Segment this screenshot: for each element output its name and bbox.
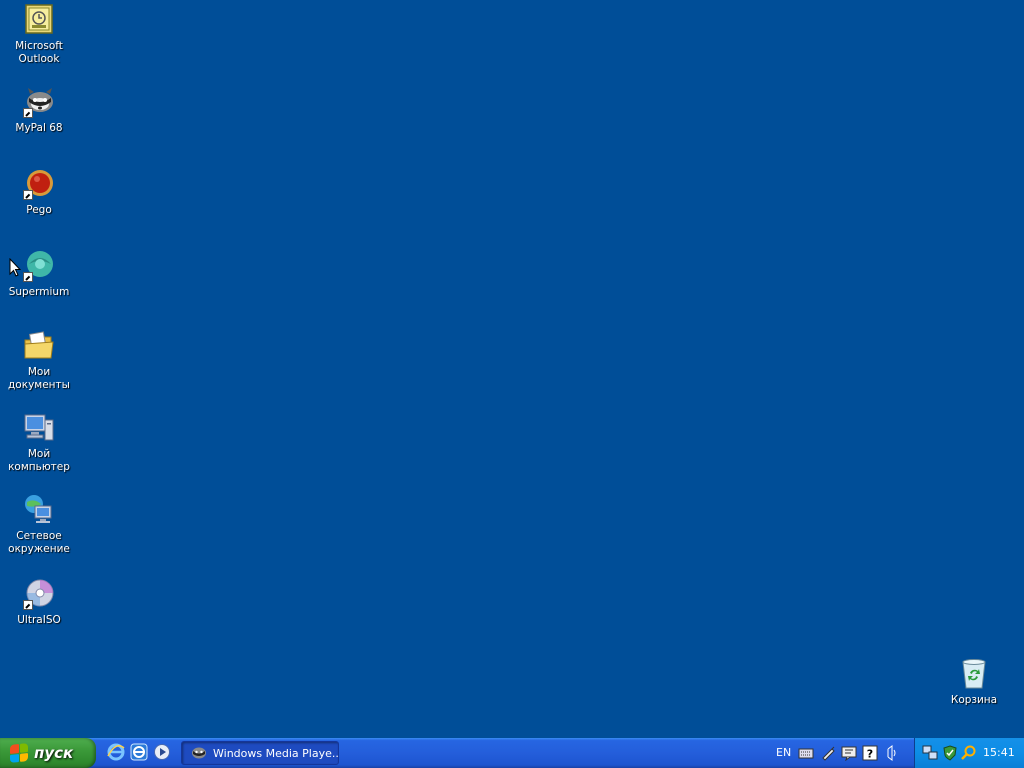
volume-icon[interactable] [884, 745, 900, 761]
desktop-icon-label: Мой компьютер [8, 448, 70, 473]
start-button[interactable]: пуск [0, 738, 96, 768]
recycle-bin-icon [958, 658, 990, 690]
mypal-icon [23, 86, 55, 118]
clock[interactable]: 15:41 [983, 746, 1015, 759]
network-icon[interactable] [922, 745, 938, 761]
media-player-icon[interactable] [153, 743, 171, 761]
internet-explorer-icon[interactable] [107, 743, 125, 761]
desktop-icon-outlook[interactable]: Microsoft Outlook [1, 4, 77, 66]
my-computer-icon [23, 412, 55, 444]
shortcut-arrow-icon [23, 272, 33, 282]
supermium-icon [23, 250, 55, 282]
monitor-chat-icon[interactable] [841, 745, 857, 762]
desktop-icon-recycle-bin[interactable]: Корзина [936, 658, 1012, 707]
search-icon[interactable] [961, 745, 977, 761]
task-label: Windows Media Playe... [213, 746, 338, 760]
network-places-icon [23, 494, 55, 526]
desktop-icon-label: Корзина [950, 694, 998, 706]
desktop-icon-label: MyPal 68 [15, 122, 63, 134]
ultraiso-icon [23, 578, 55, 610]
desktop-icon-label: Microsoft Outlook [15, 40, 63, 65]
pego-icon [23, 168, 55, 200]
taskbar-task-button[interactable]: Windows Media Playe... [181, 741, 339, 765]
desktop-icon-network-places[interactable]: Сетевое окружение [1, 494, 77, 556]
outlook-icon [23, 4, 55, 36]
desktop-icon-label: Сетевое окружение [8, 530, 70, 555]
desktop-icon-pego[interactable]: Pego [1, 168, 77, 217]
desktop-icon-mypal[interactable]: MyPal 68 [1, 86, 77, 135]
pen-icon[interactable] [820, 745, 836, 761]
desktop-icon-label: Supermium [8, 286, 70, 298]
help-icon[interactable]: ? [862, 745, 878, 761]
keyboard-icon[interactable] [798, 745, 814, 761]
shortcut-arrow-icon [23, 108, 33, 118]
taskbar: пуск Windows Media Playe... EN ? 15:41 [0, 738, 1024, 768]
desktop-icon-ultraiso[interactable]: UltraISO [1, 578, 77, 627]
shield-icon[interactable] [942, 745, 958, 761]
mypal-icon [191, 745, 207, 761]
svg-text:?: ? [867, 748, 873, 761]
shortcut-arrow-icon [23, 600, 33, 610]
system-tray: 15:41 [914, 738, 1024, 768]
shortcut-arrow-icon [23, 190, 33, 200]
desktop: Microsoft Outlook MyPal 68 Pego Supermiu… [0, 0, 1024, 738]
windows-logo-icon [10, 743, 28, 763]
desktop-icon-my-computer[interactable]: Мой компьютер [1, 412, 77, 474]
language-indicator[interactable]: EN [776, 746, 791, 759]
start-label: пуск [34, 744, 74, 762]
desktop-icon-label: UltraISO [17, 614, 61, 626]
desktop-icon-label: Pego [26, 204, 52, 216]
desktop-icon-label: Мои документы [8, 366, 70, 391]
my-documents-icon [23, 330, 55, 362]
ie-alt-icon[interactable] [130, 743, 148, 761]
desktop-icon-my-documents[interactable]: Мои документы [1, 330, 77, 392]
mouse-cursor-icon [9, 257, 22, 278]
